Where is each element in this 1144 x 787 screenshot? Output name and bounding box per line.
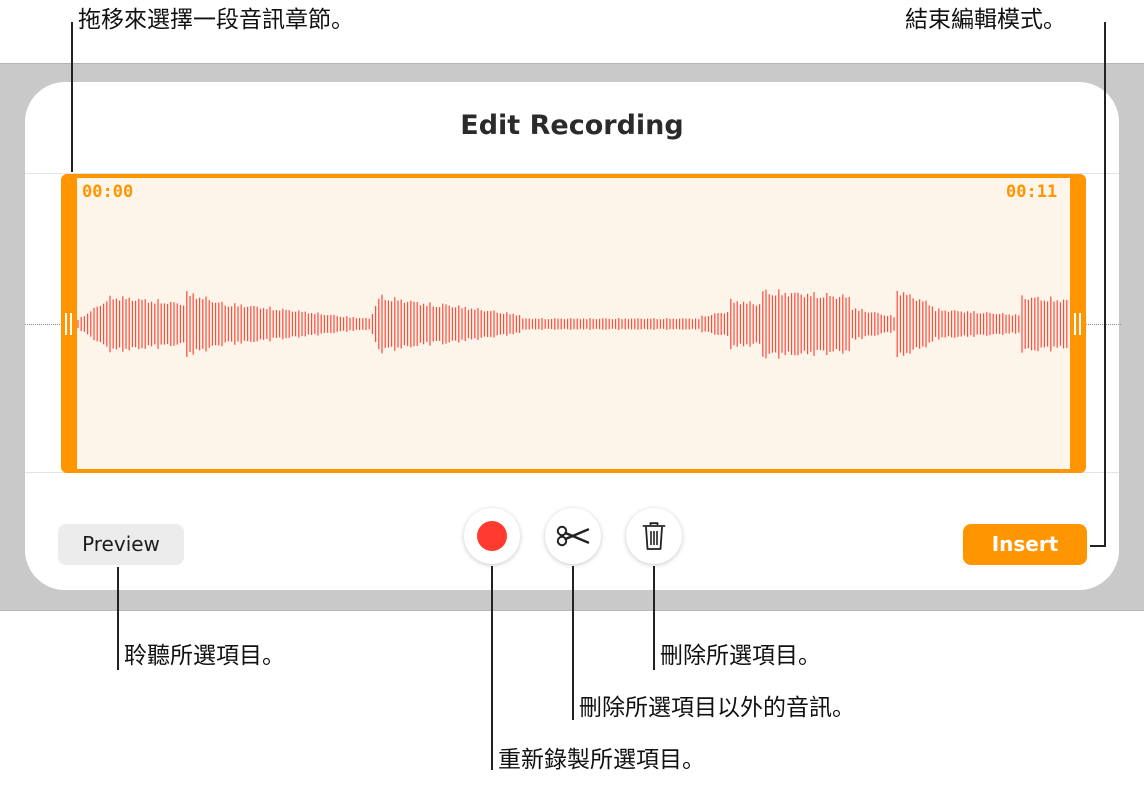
preview-button[interactable]: Preview <box>58 524 184 565</box>
delete-button[interactable] <box>626 508 682 564</box>
trim-button[interactable] <box>545 508 601 564</box>
callout-line-rerecord <box>491 566 493 770</box>
insert-button[interactable]: Insert <box>963 524 1087 565</box>
callout-trim: 刪除所選項目以外的音訊。 <box>579 695 855 721</box>
trash-icon <box>642 522 666 550</box>
callout-rerecord: 重新錄製所選項目。 <box>498 747 705 773</box>
callout-line-trim <box>572 566 574 720</box>
callout-delete: 刪除所選項目。 <box>660 643 821 669</box>
callout-line-delete <box>653 566 655 670</box>
callout-drag-select: 拖移來選擇一段音訊章節。 <box>78 7 354 33</box>
callout-line-preview <box>117 567 119 670</box>
record-icon <box>477 521 507 551</box>
callout-line-end-edit-tick <box>1090 545 1106 547</box>
callout-line-drag <box>71 22 73 172</box>
callout-end-edit: 結束編輯模式。 <box>905 7 1066 33</box>
callout-line-end-edit <box>1104 22 1106 547</box>
record-button[interactable] <box>464 508 520 564</box>
callout-preview: 聆聽所選項目。 <box>124 643 285 669</box>
scissors-icon <box>556 525 590 547</box>
